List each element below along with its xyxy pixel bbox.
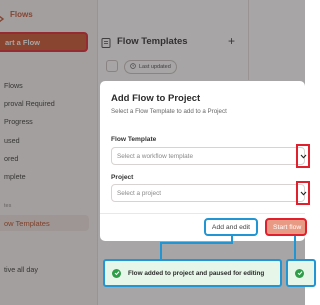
connector-line xyxy=(294,236,296,260)
chevron-down-icon[interactable] xyxy=(296,144,310,168)
template-field-label: Flow Template xyxy=(111,136,157,143)
check-circle-icon xyxy=(295,268,304,278)
toast-message: Flow added to project and paused for edi… xyxy=(128,269,265,277)
dialog-subtitle: Select a Flow Template to add to a Proje… xyxy=(111,108,227,115)
add-and-edit-button[interactable]: Add and edit xyxy=(204,218,258,236)
start-flow-button[interactable]: Start flow xyxy=(265,218,307,236)
template-select-placeholder: Select a workflow template xyxy=(117,152,194,160)
project-select-placeholder: Select a project xyxy=(117,189,162,197)
toast-success xyxy=(286,259,316,287)
dialog-title: Add Flow to Project xyxy=(111,93,201,104)
template-select[interactable]: Select a workflow template xyxy=(111,144,310,168)
toast-success: Flow added to project and paused for edi… xyxy=(103,259,282,287)
dialog-footer-divider xyxy=(100,213,305,214)
connector-line xyxy=(160,242,162,260)
project-field-label: Project xyxy=(111,174,134,181)
chevron-down-icon[interactable] xyxy=(296,181,310,205)
add-flow-dialog: Add Flow to Project Select a Flow Templa… xyxy=(100,81,310,241)
connector-line xyxy=(160,242,233,244)
check-circle-icon xyxy=(112,268,121,278)
project-select[interactable]: Select a project xyxy=(111,181,310,205)
